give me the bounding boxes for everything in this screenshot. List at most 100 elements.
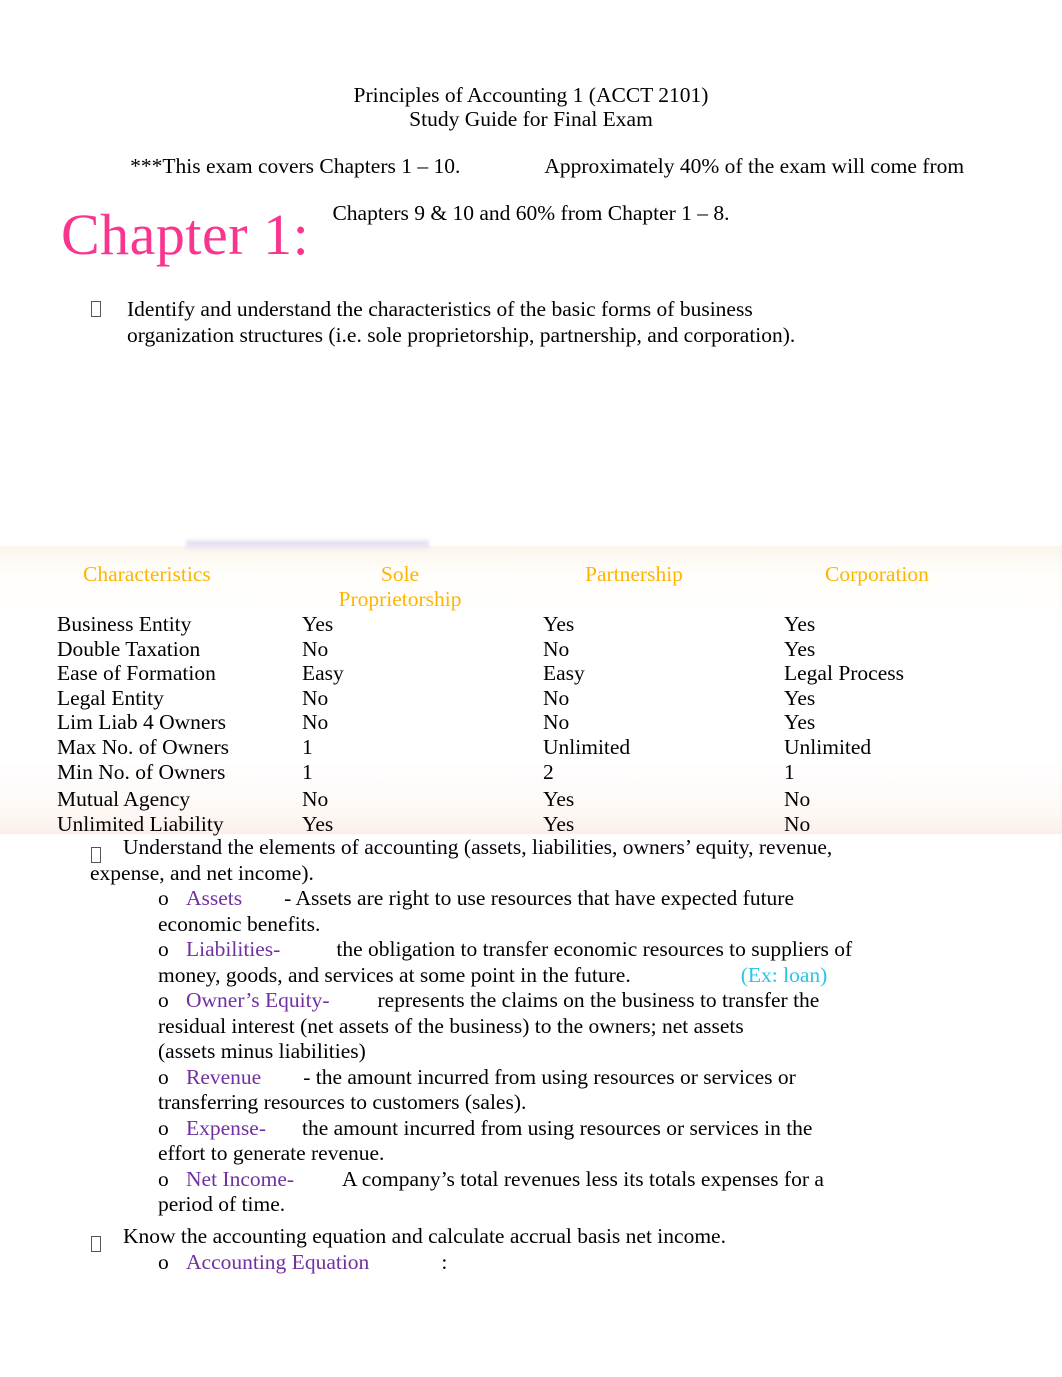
column-header-proprietorship: Proprietorship xyxy=(338,586,462,611)
cell-sole: Yes xyxy=(302,811,334,836)
cell-partnership: Unlimited xyxy=(543,734,631,759)
list-item: Understand the elements of accounting (a… xyxy=(0,835,1062,886)
element-definition: Revenue - the amount incurred from using … xyxy=(158,1065,796,1115)
row-label: Unlimited Liability xyxy=(57,811,224,836)
sub-bullet-marker: o xyxy=(158,1115,169,1140)
list-item: o Accounting Equation: xyxy=(0,1250,1062,1276)
cell-sole: No xyxy=(302,685,329,710)
table-row: Lim Liab 4 Owners No No Yes xyxy=(57,710,1017,735)
row-label: Lim Liab 4 Owners xyxy=(57,710,226,735)
column-header-corporation: Corporation xyxy=(825,562,929,586)
table-row: Business Entity Yes Yes Yes xyxy=(57,612,1017,637)
cell-corporation: No xyxy=(784,787,811,812)
cell-sole: 1 xyxy=(302,734,313,759)
element-def-line-1: represents the claims on the business to… xyxy=(377,988,820,1012)
element-def-line-1: - Assets are right to use resources that… xyxy=(284,886,794,910)
element-term: Liabilities- xyxy=(186,937,281,961)
bullet-box-icon xyxy=(91,297,127,317)
elements-of-accounting-section: Understand the elements of accounting (a… xyxy=(0,835,1062,1218)
row-label: Mutual Agency xyxy=(57,787,191,812)
element-term: Expense- xyxy=(186,1115,266,1140)
accounting-equation-colon: : xyxy=(441,1249,448,1274)
cell-corporation: Yes xyxy=(784,636,816,661)
sub-bullet-marker: o xyxy=(158,1249,169,1274)
cell-sole: Yes xyxy=(302,612,334,636)
row-label: Legal Entity xyxy=(57,685,164,710)
list-item: o Assets - Assets are right to use resour… xyxy=(0,886,1062,937)
table-top-smudge xyxy=(186,538,429,550)
exam-coverage-chapters: ***This exam covers Chapters 1 – 10. xyxy=(130,153,461,178)
bullet-text: Identify and understand the characterist… xyxy=(127,297,851,348)
table-row: Max No. of Owners 1 Unlimited Unlimited xyxy=(57,735,1017,760)
row-label: Business Entity xyxy=(57,612,192,636)
list-item: o Net Income- A company’s total revenues … xyxy=(0,1167,1062,1218)
element-def-line-2: effort to generate revenue. xyxy=(158,1141,385,1165)
bullet-box-icon xyxy=(91,840,101,866)
table-row: Ease of Formation Easy Easy Legal Proces… xyxy=(57,661,1017,686)
list-item: Identify and understand the characterist… xyxy=(91,297,851,348)
element-def-line-3: (assets minus liabilities) xyxy=(158,1039,366,1063)
table-row: Double Taxation No No Yes xyxy=(57,637,1017,662)
row-label: Min No. of Owners xyxy=(57,759,226,784)
element-term: Net Income- xyxy=(186,1166,295,1191)
sub-bullet-marker: o xyxy=(158,988,169,1012)
accounting-equation-term: Accounting Equation xyxy=(186,1249,370,1274)
element-def-line-2: economic benefits. xyxy=(158,911,321,936)
element-term: Assets xyxy=(186,886,243,910)
list-item: o Owner’s Equity-represents the claims o… xyxy=(0,988,1062,1065)
element-term: Revenue xyxy=(186,1064,262,1089)
list-item: Know the accounting equation and calcula… xyxy=(0,1224,1062,1252)
cell-corporation: Legal Process xyxy=(784,661,905,686)
accounting-equation-section: Know the accounting equation and calcula… xyxy=(0,1224,1062,1275)
bullet-text: Understand the elements of accounting (a… xyxy=(90,835,832,885)
row-label: Ease of Formation xyxy=(57,661,216,686)
cell-corporation: Yes xyxy=(784,710,816,735)
element-definition: Liabilities-the obligation to transfer e… xyxy=(158,937,852,987)
list-item: o Liabilities-the obligation to transfer… xyxy=(0,937,1062,988)
cell-sole: No xyxy=(302,710,329,735)
cell-corporation: Yes xyxy=(784,685,816,710)
element-def-line-2: period of time. xyxy=(158,1192,286,1216)
element-def-line-2: transferring resources to customers (sal… xyxy=(158,1090,527,1114)
cell-sole: Easy xyxy=(302,661,344,686)
row-label: Max No. of Owners xyxy=(57,734,229,759)
business-forms-table: Characteristics Sole Proprietorship Part… xyxy=(57,562,1017,836)
exam-coverage-note-line-1: ***This exam covers Chapters 1 – 10. Appr… xyxy=(0,131,1062,202)
element-def-line-1: the obligation to transfer economic reso… xyxy=(336,937,853,961)
cell-sole: No xyxy=(302,787,329,812)
list-item: o Revenue - the amount incurred from usin… xyxy=(0,1065,1062,1116)
cell-partnership: Yes xyxy=(543,612,575,636)
bullet-text-line-1: Identify and understand the characterist… xyxy=(127,297,753,321)
bullet-text-line-2: organization structures (i.e. sole propr… xyxy=(127,322,796,347)
cell-partnership: No xyxy=(543,685,570,710)
table-row: Min No. of Owners 1 2 1 xyxy=(57,760,1017,785)
sub-bullet-marker: o xyxy=(158,937,169,961)
element-definition: Net Income- A company’s total revenues le… xyxy=(158,1167,824,1217)
course-title: Principles of Accounting 1 (ACCT 2101) xyxy=(353,83,709,107)
cell-partnership: No xyxy=(543,636,570,661)
table-row: Unlimited Liability Yes Yes No xyxy=(57,812,1017,837)
element-def-line-1: the amount incurred from using resources… xyxy=(302,1115,813,1140)
element-def-line-1: A company’s total revenues less its tota… xyxy=(342,1166,824,1191)
table-header-row: Characteristics Sole Proprietorship Part… xyxy=(57,562,1017,612)
sub-bullet-marker: o xyxy=(158,886,169,910)
element-definition: Expense-the amount incurred from using r… xyxy=(158,1116,812,1166)
element-term: Owner’s Equity- xyxy=(186,988,330,1012)
cell-partnership: Yes xyxy=(543,811,575,836)
cell-partnership: Easy xyxy=(543,661,585,686)
accounting-equation-line: Accounting Equation: xyxy=(186,1250,447,1274)
document-page: Principles of Accounting 1 (ACCT 2101) S… xyxy=(0,0,1062,1377)
exam-coverage-percent: Approximately 40% of the exam will come … xyxy=(544,153,965,178)
element-def-line-2: money, goods, and services at some point… xyxy=(158,962,631,987)
elements-intro-line-2: expense, and net income). xyxy=(90,860,314,885)
cell-sole: No xyxy=(302,636,329,661)
list-item: o Expense-the amount incurred from using… xyxy=(0,1116,1062,1167)
table-row: Mutual Agency No Yes No xyxy=(57,787,1017,812)
cell-partnership: Yes xyxy=(543,787,575,812)
column-header-sole-proprietorship: Sole Proprietorship xyxy=(305,562,495,611)
cell-corporation: Yes xyxy=(784,612,816,636)
cell-corporation: Unlimited xyxy=(784,734,872,759)
cell-corporation: 1 xyxy=(784,759,795,784)
guide-subtitle: Study Guide for Final Exam xyxy=(409,106,653,131)
page-title: Chapter 1: xyxy=(61,202,310,267)
